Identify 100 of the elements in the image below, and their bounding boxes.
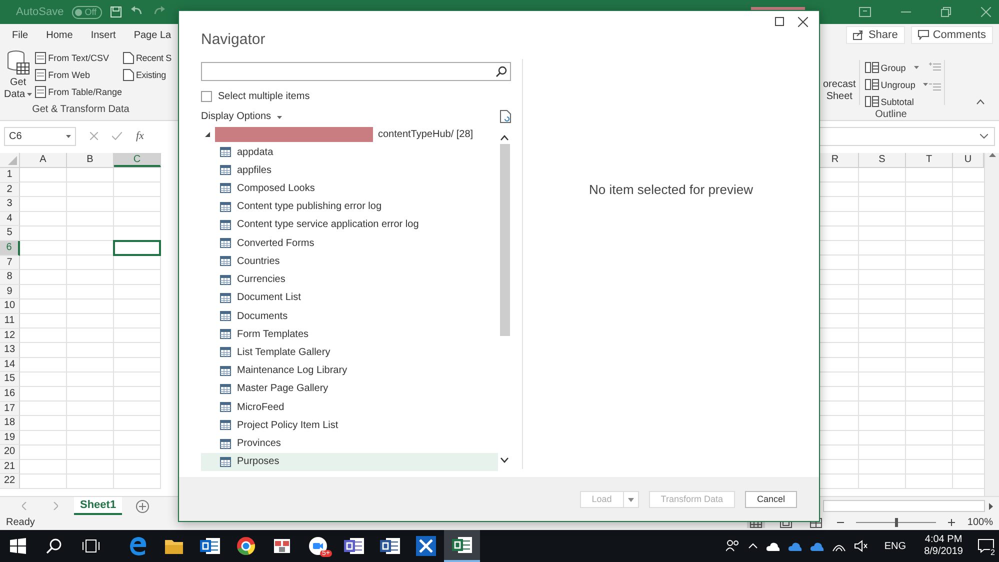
insert-function-button[interactable]: fx [136,130,144,142]
column-header[interactable]: S [859,153,906,167]
row-header[interactable]: 17 [0,402,20,416]
expand-icon[interactable] [980,134,988,138]
cloud-icon[interactable] [766,542,780,550]
zoom-level[interactable]: 100% [967,517,993,528]
row-header[interactable]: 19 [0,430,20,446]
display-options-button[interactable]: Display Options [201,110,282,122]
row-header[interactable]: 6 [0,240,20,256]
scroll-up-icon[interactable] [500,135,509,141]
ribbon-command[interactable]: Ungroup [864,77,928,92]
scroll-down-icon[interactable] [500,457,509,463]
dialog-button[interactable]: Cancel [744,490,797,508]
ribbon-command[interactable]: Recent S [123,50,172,65]
row-header[interactable]: 5 [0,226,20,241]
zoom-out-icon[interactable] [837,519,844,526]
people-icon[interactable] [726,540,740,552]
row-header[interactable]: 15 [0,372,20,387]
tree-item[interactable]: Content type service application error log [201,216,498,234]
add-sheet-icon[interactable] [136,500,149,512]
row-header[interactable]: 18 [0,416,20,431]
ribbon-tab[interactable]: Home [40,30,73,40]
checkbox[interactable] [201,90,212,102]
tree-item[interactable]: Countries [201,252,498,270]
column-header[interactable]: A [20,153,67,167]
forecast-sheet-button[interactable]: orecast Sheet [823,60,856,109]
row-header[interactable]: 21 [0,460,20,474]
share-button[interactable]: Share [846,26,905,44]
clock[interactable]: 4:04 PM 8/9/2019 [924,534,963,558]
check-icon[interactable] [112,132,122,140]
tree-item[interactable]: MicroFeed [201,398,498,416]
ribbon-command[interactable]: From Text/CSV [35,50,122,65]
row-header[interactable]: 4 [0,212,20,226]
search-icon[interactable] [496,66,507,77]
row-header[interactable]: 1 [0,168,20,183]
ribbon-command[interactable]: From Web [35,67,122,82]
tree-item[interactable]: Currencies [201,270,498,289]
horizontal-scrollbar[interactable] [823,500,985,512]
row-header[interactable]: 14 [0,358,20,372]
language-indicator[interactable]: ENG [884,540,906,552]
save-icon[interactable] [110,6,122,18]
get-data-button[interactable]: Get Data [4,50,32,104]
maximize-icon[interactable] [775,17,784,26]
tree-item[interactable]: contentTypeHub/ [28] [378,128,474,140]
search-field[interactable] [201,62,511,81]
ribbon-tab[interactable]: File [6,30,28,40]
active-cell[interactable] [113,240,161,256]
tree-item[interactable]: appfiles [201,161,498,180]
volume-icon[interactable] [854,540,868,552]
sheet-tab[interactable]: Sheet1 [74,497,122,515]
tree-item[interactable]: Documents [201,306,498,326]
row-header[interactable]: 2 [0,182,20,198]
row-header[interactable]: 10 [0,299,20,314]
tree-item[interactable]: Project Policy Item List [201,416,498,434]
column-header[interactable]: T [906,153,953,167]
tree-item[interactable]: Composed Looks [201,179,498,198]
row-header[interactable]: 7 [0,256,20,270]
tree-item[interactable]: Purposes [201,452,498,471]
name-box[interactable]: C6 [4,126,76,146]
checkbox-label[interactable]: Select multiple items [218,90,310,102]
load-dropdown-button[interactable] [624,490,639,508]
comments-button[interactable]: Comments [910,26,993,44]
ribbon-display-icon[interactable] [859,7,871,17]
row-header[interactable]: 13 [0,343,20,358]
zoom-slider[interactable] [895,518,898,527]
row-header[interactable]: 12 [0,328,20,344]
row-header[interactable]: 11 [0,314,20,329]
zoom-in-icon[interactable] [948,519,956,526]
row-header[interactable]: 8 [0,270,20,285]
restore-icon[interactable] [941,7,951,17]
ribbon-command[interactable]: Existing [123,67,172,82]
ribbon-command[interactable]: From Table/Range [35,84,122,99]
row-header[interactable]: 16 [0,386,20,402]
ribbon-tab[interactable]: Page La [128,30,172,40]
ribbon-command[interactable]: Group [864,60,928,75]
scroll-right-icon[interactable] [989,502,993,510]
tree-item[interactable]: Master Page Gallery [201,380,498,398]
close-icon[interactable] [798,17,808,27]
tree-item[interactable]: Form Templates [201,325,498,344]
windows-start-icon[interactable] [10,538,26,554]
ribbon-tab[interactable]: Insert [84,30,116,40]
row-header[interactable]: 3 [0,197,20,212]
chevron-up-icon[interactable] [748,543,758,549]
refresh-icon[interactable] [500,110,511,122]
tree-item[interactable]: Provinces [201,434,498,453]
row-header[interactable]: 20 [0,445,20,460]
tree-item[interactable]: Converted Forms [201,234,498,252]
row-header[interactable]: 22 [0,474,20,490]
search-icon[interactable] [46,538,62,554]
task-view-icon[interactable] [82,539,100,553]
tree-item[interactable]: Content type publishing error log [201,198,498,216]
tree-item[interactable]: List Template Gallery [201,343,498,362]
row-header[interactable]: 9 [0,284,20,300]
ribbon-command[interactable]: Subtotal [864,94,928,109]
column-header[interactable]: C [114,153,161,167]
expand-arrow-icon[interactable] [205,132,210,137]
taskbar-app[interactable] [444,530,480,562]
collapse-ribbon-icon[interactable] [976,99,986,105]
tree-item[interactable]: appdata [201,142,498,162]
tree-item[interactable]: Maintenance Log Library [201,362,498,380]
